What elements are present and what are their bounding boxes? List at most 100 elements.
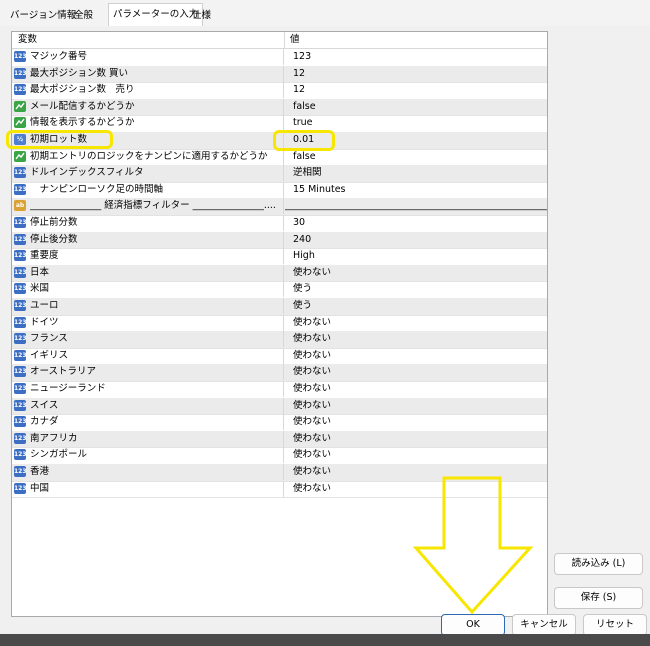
value-cell[interactable]: ________________________________________… (283, 198, 547, 215)
variable-name: 最大ポジション数 買い (30, 67, 129, 79)
ok-button[interactable]: OK (441, 614, 505, 636)
variable-value: 15 Minutes (293, 183, 346, 195)
header-variable[interactable]: 変数 (18, 32, 37, 48)
variable-name: ドイツ (30, 316, 59, 328)
variable-cell: 123 米国 (12, 281, 283, 297)
parameter-row[interactable]: 123 日本 使わない (12, 264, 547, 283)
variable-name: 最大ポジション数 売り (30, 84, 135, 96)
parameter-row[interactable]: 123 カナダ 使わない (12, 414, 547, 432)
variable-cell: 123 日本 (12, 265, 283, 281)
variable-cell: 123 ドイツ (12, 315, 283, 331)
parameter-row[interactable]: 123 南アフリカ 使わない (12, 430, 547, 449)
variable-name: スイス (30, 399, 59, 411)
parameter-row[interactable]: 123 フランス 使わない (12, 331, 547, 349)
variable-value: 使わない (293, 399, 332, 411)
variable-name: 初期エントリのロジックをナンピンに適用するかどうか (30, 150, 268, 162)
value-cell[interactable]: false (283, 98, 547, 115)
integer-type-icon: 123 (14, 333, 27, 345)
value-cell[interactable]: 240 (283, 231, 547, 248)
parameter-row[interactable]: 123 ドイツ 使わない (12, 314, 547, 333)
value-cell[interactable]: 使わない (283, 397, 547, 414)
parameter-row[interactable]: 123 停止後分数 240 (12, 231, 547, 250)
value-cell[interactable]: 15 Minutes (283, 181, 547, 198)
load-button[interactable]: 読み込み (L) (554, 553, 643, 575)
variable-name: 南アフリカ (30, 432, 78, 444)
value-cell[interactable]: 使わない (283, 364, 547, 381)
value-cell[interactable]: 使わない (283, 430, 547, 447)
integer-type-icon: 123 (14, 250, 27, 262)
value-cell[interactable]: 使わない (283, 414, 547, 431)
integer-type-icon: 123 (14, 432, 27, 444)
variable-value: 使わない (293, 349, 332, 361)
value-cell[interactable]: High (283, 248, 547, 265)
variable-value: false (293, 100, 316, 112)
variable-value: 使う (293, 283, 313, 295)
parameter-row[interactable]: 123 ナンピンローソク足の時間軸 15 Minutes (12, 181, 547, 200)
variable-value: 使わない (293, 482, 332, 494)
variable-cell: 123 スイス (12, 398, 283, 414)
variable-cell: 123 南アフリカ (12, 431, 283, 447)
value-cell[interactable]: 使わない (283, 447, 547, 464)
parameter-row[interactable]: 123 停止前分数 30 (12, 215, 547, 233)
variable-cell: 123 中国 (12, 481, 283, 497)
cancel-button[interactable]: キャンセル (512, 614, 576, 636)
parameter-row[interactable]: 123 重要度 High (12, 248, 547, 266)
value-cell[interactable]: 使わない (283, 347, 547, 364)
value-cell[interactable]: 12 (283, 65, 547, 82)
value-cell[interactable]: 使わない (283, 381, 547, 397)
parameter-row[interactable]: 123 シンガポール 使わない (12, 447, 547, 465)
variable-cell: 123 ユーロ (12, 298, 283, 314)
value-cell[interactable]: 逆相関 (283, 165, 547, 182)
value-cell[interactable]: 使う (283, 298, 547, 314)
parameter-row[interactable]: 123 ユーロ 使う (12, 298, 547, 316)
arrow-down-icon (412, 476, 534, 615)
highlight-initial-lot-name (6, 130, 113, 149)
integer-type-icon: 123 (14, 183, 27, 195)
parameter-row[interactable]: 123 オーストラリア 使わない (12, 364, 547, 382)
header-value[interactable]: 値 (284, 32, 300, 48)
integer-type-icon: 123 (14, 349, 27, 361)
variable-name: イギリス (30, 349, 69, 361)
value-cell[interactable]: 12 (283, 82, 547, 99)
variable-cell: ab _______________ 経済指標フィルター ____________… (12, 198, 283, 214)
integer-type-icon: 123 (14, 416, 27, 428)
integer-type-icon: 123 (14, 167, 27, 179)
value-cell[interactable]: 使わない (283, 314, 547, 331)
parameter-row[interactable]: 123 スイス 使わない (12, 397, 547, 416)
parameter-row[interactable]: 123 ドルインデックスフィルタ 逆相関 (12, 165, 547, 183)
value-cell[interactable]: true (283, 115, 547, 132)
parameter-row[interactable]: 123 ニュージーランド 使わない (12, 381, 547, 399)
integer-type-icon: 123 (14, 217, 27, 228)
variable-cell: 123 マジック番号 (12, 49, 283, 65)
parameter-row[interactable]: メール配信するかどうか false (12, 98, 547, 117)
reset-button[interactable]: リセット (583, 614, 647, 636)
parameter-row[interactable]: 123 最大ポジション数 買い 12 (12, 65, 547, 84)
variable-value: 使わない (293, 449, 332, 461)
value-cell[interactable]: 使わない (283, 331, 547, 348)
value-cell[interactable]: 30 (283, 215, 547, 231)
parameter-row[interactable]: 123 米国 使う (12, 281, 547, 299)
variable-value: 240 (293, 233, 312, 245)
parameter-row[interactable]: 初期エントリのロジックをナンピンに適用するかどうか false (12, 148, 547, 167)
integer-type-icon: 123 (14, 366, 27, 378)
variable-value: 使わない (293, 266, 332, 278)
save-button[interactable]: 保存 (S) (554, 587, 643, 609)
variable-cell: 123 最大ポジション数 売り (12, 82, 283, 98)
parameter-row[interactable]: 123 イギリス 使わない (12, 347, 547, 366)
variable-cell: 123 重要度 (12, 248, 283, 264)
variable-name: フランス (30, 333, 68, 345)
value-cell[interactable]: 123 (283, 49, 547, 65)
parameter-row[interactable]: 123 マジック番号 123 (12, 49, 547, 67)
variable-name: オーストラリア (30, 366, 97, 378)
tab-spec[interactable]: 仕様 (188, 7, 215, 25)
grid-header: 変数 値 (12, 32, 547, 49)
variable-cell: メール配信するかどうか (12, 99, 283, 115)
variable-cell: 123 ドルインデックスフィルタ (12, 165, 283, 181)
variable-value: 逆相関 (293, 167, 322, 179)
value-cell[interactable]: 使わない (283, 264, 547, 281)
parameter-row[interactable]: ab _______________ 経済指標フィルター ____________… (12, 198, 547, 216)
tab-general[interactable]: 全般 (70, 7, 97, 25)
integer-type-icon: 123 (14, 316, 27, 328)
value-cell[interactable]: 使う (283, 281, 547, 298)
parameter-row[interactable]: 123 最大ポジション数 売り 12 (12, 82, 547, 100)
